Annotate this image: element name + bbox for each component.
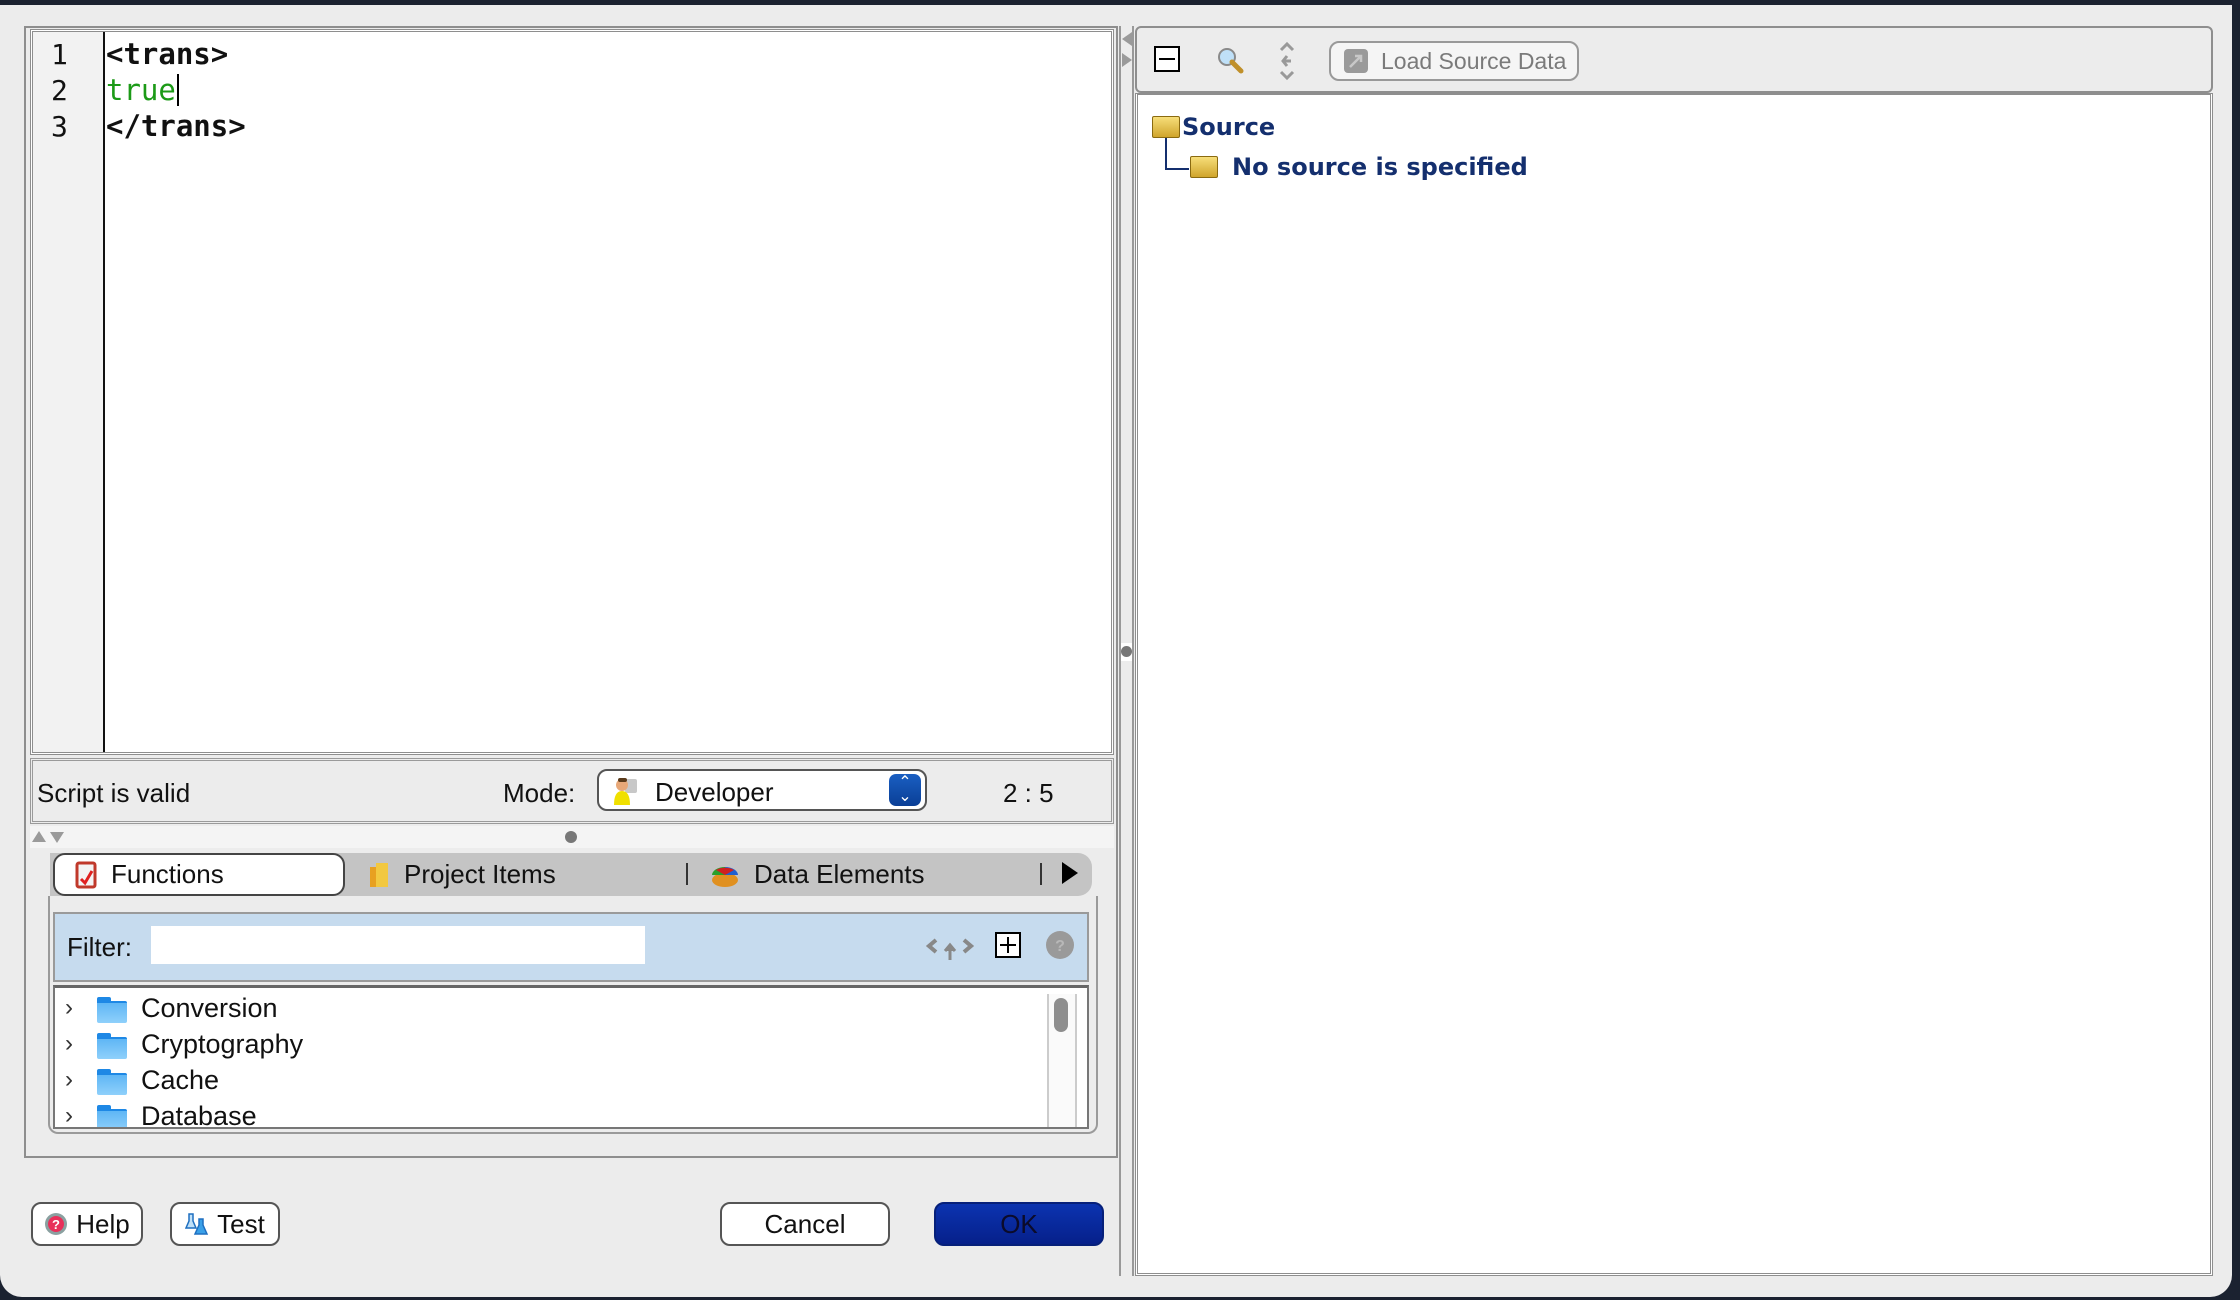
tree-item[interactable]: › Cache (55, 1062, 219, 1098)
folder-icon (97, 1067, 127, 1095)
source-child-label: No source is specified (1232, 153, 1528, 181)
expand-arrows-icon[interactable] (1277, 40, 1297, 82)
tab-functions[interactable]: Functions (53, 853, 345, 896)
tree-scrollbar[interactable] (1047, 994, 1077, 1127)
help-icon: ? (45, 1213, 68, 1235)
load-data-icon (1344, 49, 1368, 73)
scrollbar-thumb[interactable] (1054, 998, 1068, 1032)
splitter-grip[interactable] (1121, 643, 1132, 661)
mode-select[interactable]: Developer ⌃ ⌄ (597, 769, 927, 811)
source-root-node[interactable]: Source (1152, 113, 1275, 141)
tree-item-label: Conversion (141, 992, 278, 1023)
help-button-label: Help (76, 1208, 130, 1239)
test-button-label: Test (217, 1208, 265, 1239)
code-line: <trans> (106, 37, 229, 71)
chevron-up-down-icon[interactable]: ⌃ ⌄ (889, 774, 921, 806)
script-editor-dialog: 1 2 3 <trans> true </trans> Script is va… (0, 5, 2232, 1297)
ok-button-label: OK (1000, 1208, 1038, 1239)
source-tree-panel (1135, 93, 2213, 1276)
tab-separator (1040, 863, 1042, 885)
load-source-data-label: Load Source Data (1381, 47, 1567, 74)
validation-status: Script is valid (37, 778, 191, 808)
source-toolbar: Load Source Data (1135, 26, 2213, 93)
add-icon[interactable] (995, 932, 1021, 958)
filter-label: Filter: (67, 932, 132, 962)
splitter-up-arrow-icon[interactable] (32, 831, 46, 842)
tab-label: Functions (111, 859, 224, 889)
tree-item[interactable]: › Conversion (55, 990, 278, 1026)
mode-label: Mode: (503, 778, 576, 808)
text-caret (176, 74, 179, 106)
tree-item-label: Cryptography (141, 1028, 304, 1059)
tree-item-label: Database (141, 1100, 257, 1129)
chevron-right-icon[interactable]: › (65, 1030, 79, 1058)
tree-item[interactable]: › Database (55, 1098, 257, 1129)
help-button[interactable]: ? Help (31, 1202, 143, 1246)
splitter-right-arrow-icon[interactable] (1122, 53, 1132, 67)
source-child-node[interactable]: No source is specified (1190, 153, 1528, 181)
folder-icon (97, 1031, 127, 1059)
tree-connector (1165, 168, 1189, 170)
tab-label: Data Elements (754, 859, 925, 889)
tab-label: Project Items (404, 859, 556, 889)
code-line: </trans> (106, 109, 246, 143)
chevron-right-icon[interactable]: › (65, 994, 79, 1022)
splitter-left-arrow-icon[interactable] (1122, 32, 1132, 46)
folder-icon (1190, 156, 1218, 178)
test-button[interactable]: Test (170, 1202, 280, 1246)
load-source-data-button[interactable]: Load Source Data (1329, 41, 1579, 81)
line-number: 3 (51, 110, 68, 143)
project-items-icon (370, 862, 388, 887)
collapse-icon[interactable] (1154, 46, 1180, 72)
functions-icon (75, 861, 97, 888)
svg-text:?: ? (1055, 938, 1065, 955)
chevron-right-icon[interactable]: › (65, 1066, 79, 1094)
splitter-grip-icon[interactable] (1121, 646, 1132, 657)
open-folder-icon (1152, 116, 1180, 138)
tab-project-items[interactable]: Project Items (368, 853, 556, 896)
chevron-right-icon[interactable]: › (65, 1102, 79, 1127)
tab-bar: Functions Project Items Data Elements (50, 853, 1092, 896)
search-icon[interactable] (1216, 46, 1244, 74)
code-value: true (106, 73, 176, 107)
tab-separator (686, 863, 688, 885)
splitter-down-arrow-icon[interactable] (50, 832, 64, 843)
splitter-grip-icon[interactable] (565, 831, 577, 843)
expand-collapse-icon[interactable] (926, 932, 974, 962)
code-line: true (106, 73, 179, 107)
mode-value: Developer (655, 777, 774, 807)
developer-person-icon (614, 778, 637, 805)
folder-icon (97, 995, 127, 1023)
help-icon[interactable]: ? (1045, 930, 1075, 960)
tab-data-elements[interactable]: Data Elements (710, 853, 925, 896)
cancel-button-label: Cancel (764, 1208, 846, 1239)
source-root-label: Source (1182, 113, 1276, 141)
ok-button[interactable]: OK (934, 1202, 1104, 1246)
svg-text:?: ? (52, 1217, 60, 1232)
data-elements-icon (712, 866, 738, 887)
tree-item-label: Cache (141, 1064, 220, 1095)
cancel-button[interactable]: Cancel (720, 1202, 890, 1246)
function-tree: › Conversion › Cryptography › Cache › Da… (53, 985, 1089, 1129)
filter-bar: Filter: ? (53, 912, 1089, 982)
folder-icon (97, 1103, 127, 1127)
line-number: 1 (51, 38, 68, 71)
tree-item[interactable]: › Cryptography (55, 1026, 303, 1062)
cursor-position: 2 : 5 (1003, 778, 1054, 808)
line-number-gutter: 1 2 3 (33, 32, 105, 752)
status-bar: Script is valid Mode: Developer ⌃ ⌄ 2 : 5 (30, 758, 1114, 824)
flask-icon (185, 1213, 209, 1235)
line-number: 2 (51, 74, 68, 107)
more-tabs-arrow-icon[interactable] (1062, 862, 1078, 884)
script-editor[interactable]: 1 2 3 <trans> true </trans> (30, 29, 1114, 755)
vertical-splitter[interactable] (1119, 26, 1134, 1276)
horizontal-splitter[interactable] (30, 826, 1114, 848)
filter-input[interactable] (151, 926, 645, 964)
